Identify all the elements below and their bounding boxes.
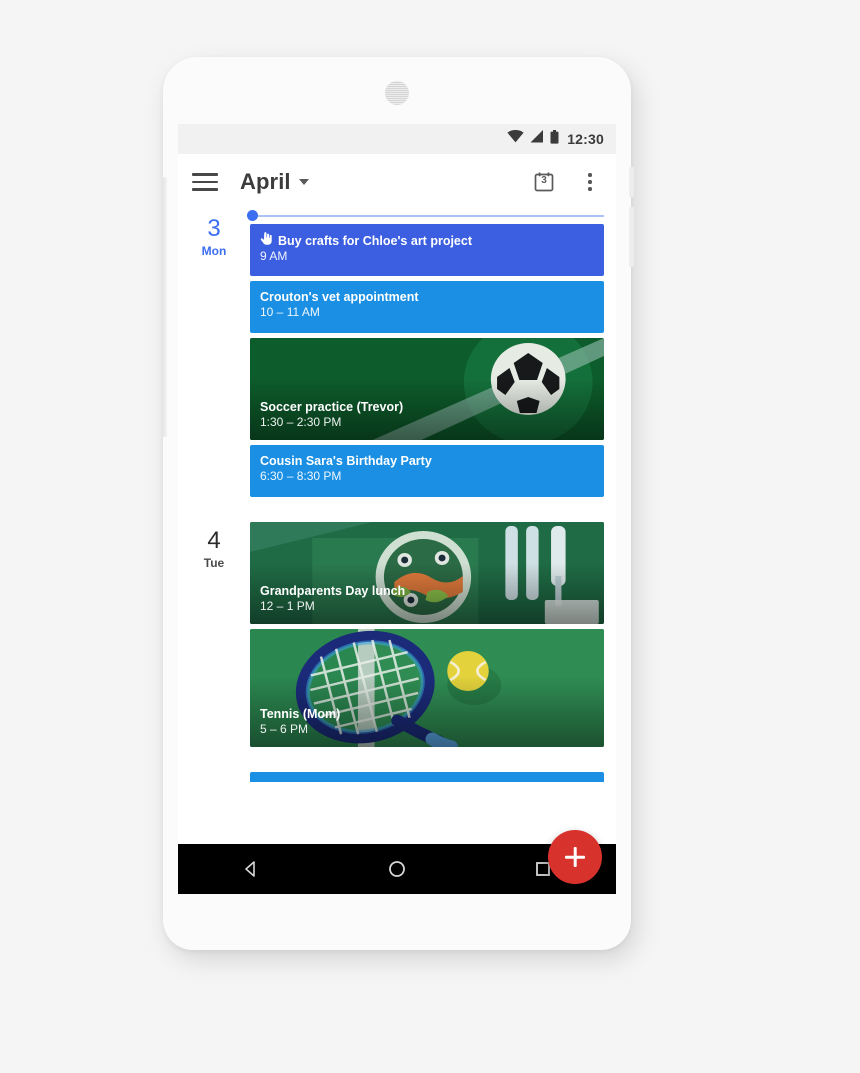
home-circle-icon[interactable] (375, 847, 419, 891)
event-time: 9 AM (260, 249, 288, 263)
power-button[interactable] (629, 167, 634, 197)
event-chip[interactable]: Grandparents Day lunch 12 – 1 PM (250, 522, 604, 624)
speaker-grille-icon (385, 81, 409, 105)
day-of-week: Tue (203, 556, 225, 570)
volume-button[interactable] (629, 207, 634, 267)
event-title-row: Buy crafts for Chloe's art project (260, 232, 594, 249)
battery-icon (550, 129, 559, 149)
chevron-down-icon[interactable] (298, 179, 309, 185)
agenda-list[interactable]: 3 Mon Buy crafts for Chloe's art project… (178, 210, 616, 894)
phone-device: 12:30 April 3 3 Mon Buy crafts for Chloe… (163, 57, 634, 950)
plus-icon (573, 847, 577, 867)
event-time: 1:30 – 2:30 PM (260, 415, 342, 429)
day-separator (178, 502, 616, 522)
overflow-menu-icon[interactable] (578, 170, 602, 194)
hamburger-menu-icon[interactable] (192, 169, 218, 195)
event-chip[interactable]: Buy crafts for Chloe's art project 9 AM (250, 224, 604, 276)
day-label-tue: 4 Tue (178, 522, 250, 752)
event-chip-partial[interactable] (250, 772, 604, 782)
events-column-tue: Grandparents Day lunch 12 – 1 PM Tennis … (250, 522, 616, 752)
phone-screen: 12:30 April 3 3 Mon Buy crafts for Chloe… (178, 124, 616, 894)
event-chip[interactable]: Soccer practice (Trevor) 1:30 – 2:30 PM (250, 338, 604, 440)
events-column-mon: Buy crafts for Chloe's art project 9 AM … (247, 210, 616, 502)
status-bar-clock: 12:30 (567, 131, 604, 147)
day-of-week: Mon (201, 244, 227, 258)
current-time-line (258, 215, 604, 217)
app-bar: April 3 (178, 154, 616, 210)
event-title-row: Grandparents Day lunch (260, 583, 594, 599)
event-time: 5 – 6 PM (260, 722, 309, 736)
calendar-today-icon[interactable]: 3 (532, 170, 556, 194)
event-title-row: Crouton's vet appointment (260, 289, 594, 305)
page-title: April (240, 169, 291, 194)
event-title-row: Soccer practice (Trevor) (260, 399, 594, 415)
status-bar: 12:30 (178, 124, 616, 154)
event-chip[interactable]: Cousin Sara's Birthday Party 6:30 – 8:30… (250, 445, 604, 497)
phone-side-bevel (163, 177, 167, 437)
calendar-today-number: 3 (541, 175, 547, 186)
event-title: Soccer practice (Trevor) (260, 400, 404, 414)
event-time: 6:30 – 8:30 PM (260, 469, 342, 483)
event-title: Crouton's vet appointment (260, 290, 419, 304)
event-title-row: Cousin Sara's Birthday Party (260, 453, 594, 469)
event-chip[interactable]: Crouton's vet appointment 10 – 11 AM (250, 281, 604, 333)
event-title: Grandparents Day lunch (260, 584, 406, 598)
back-triangle-icon[interactable] (229, 847, 273, 891)
task-hand-icon (260, 232, 272, 249)
current-time-dot (247, 210, 258, 221)
day-separator (178, 752, 616, 772)
event-time: 10 – 11 AM (260, 305, 320, 319)
event-title-row: Tennis (Mom) (260, 706, 594, 722)
event-title: Tennis (Mom) (260, 707, 341, 721)
cellular-signal-icon (530, 130, 544, 148)
event-title: Cousin Sara's Birthday Party (260, 454, 432, 468)
event-title: Buy crafts for Chloe's art project (278, 233, 472, 248)
event-time: 12 – 1 PM (260, 599, 315, 613)
day-number: 4 (207, 527, 221, 554)
day-label-mon: 3 Mon (178, 210, 250, 502)
day-group-mon: 3 Mon Buy crafts for Chloe's art project… (178, 210, 616, 502)
event-chip[interactable]: Tennis (Mom) 5 – 6 PM (250, 629, 604, 747)
day-group-tue: 4 Tue Grandparents Day lunch 12 – 1 PM T… (178, 522, 616, 752)
wifi-icon (507, 130, 524, 148)
add-event-fab-button[interactable] (548, 830, 602, 884)
day-number: 3 (207, 215, 221, 242)
current-time-indicator (247, 210, 604, 222)
